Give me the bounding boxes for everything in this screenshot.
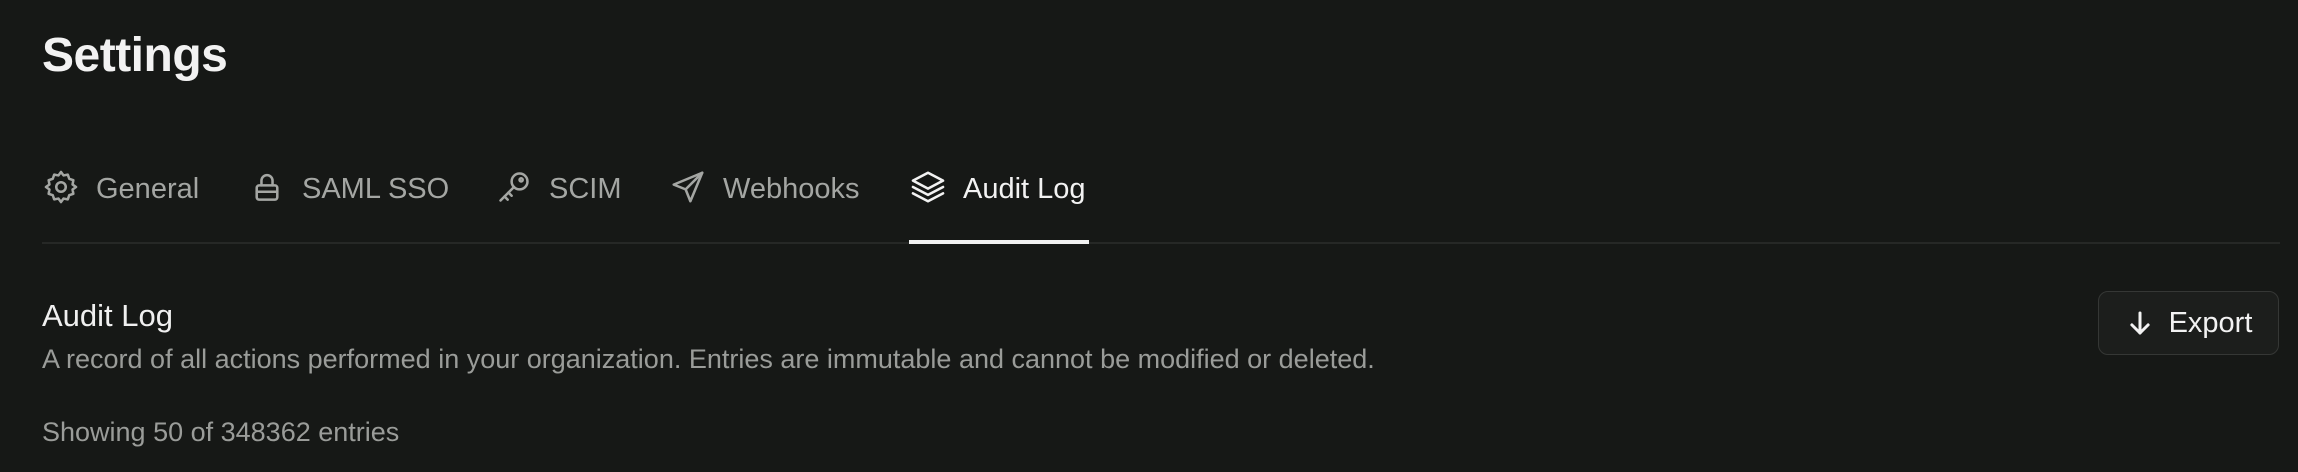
settings-page: Settings General SAML SSO SCIM Webhooks …: [0, 0, 2298, 472]
section-title: Audit Log: [42, 298, 173, 333]
tab-label-audit-log: Audit Log: [963, 173, 1086, 205]
key-icon: [495, 168, 533, 206]
tab-label-general: General: [96, 173, 200, 205]
tab-general[interactable]: General: [42, 150, 199, 242]
tab-label-saml-sso: SAML SSO: [302, 173, 450, 205]
lock-icon: [248, 168, 286, 206]
send-icon: [669, 168, 707, 206]
entries-count: Showing 50 of 348362 entries: [42, 417, 400, 447]
tab-label-webhooks: Webhooks: [723, 173, 860, 205]
page-title: Settings: [42, 29, 228, 82]
tab-webhooks[interactable]: Webhooks: [669, 150, 860, 242]
arrow-down-icon: [2125, 308, 2155, 338]
settings-tabs: General SAML SSO SCIM Webhooks Audit Log: [42, 150, 2280, 244]
layers-icon: [909, 168, 947, 206]
tab-scim[interactable]: SCIM: [495, 150, 622, 242]
export-button[interactable]: Export: [2098, 291, 2279, 355]
tab-label-scim: SCIM: [549, 173, 622, 205]
gear-icon: [42, 168, 80, 206]
section-description: A record of all actions performed in you…: [42, 344, 1375, 374]
tab-audit-log[interactable]: Audit Log: [909, 150, 1089, 244]
tab-saml-sso[interactable]: SAML SSO: [248, 150, 449, 242]
export-button-label: Export: [2168, 307, 2253, 339]
